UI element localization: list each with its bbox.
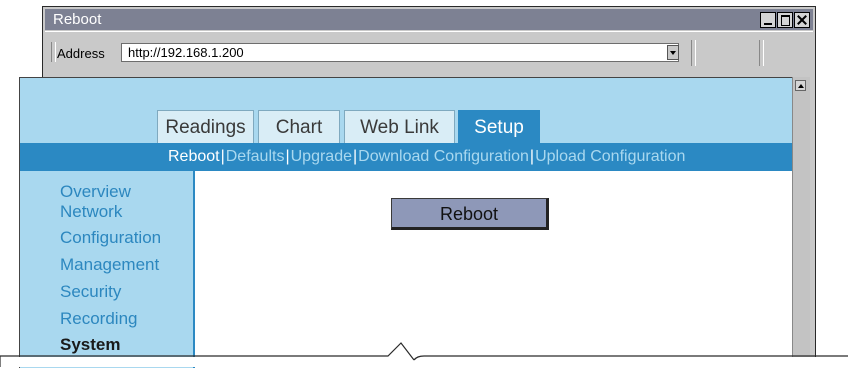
callout-outline [0, 342, 848, 367]
callout-pointer [0, 342, 848, 367]
